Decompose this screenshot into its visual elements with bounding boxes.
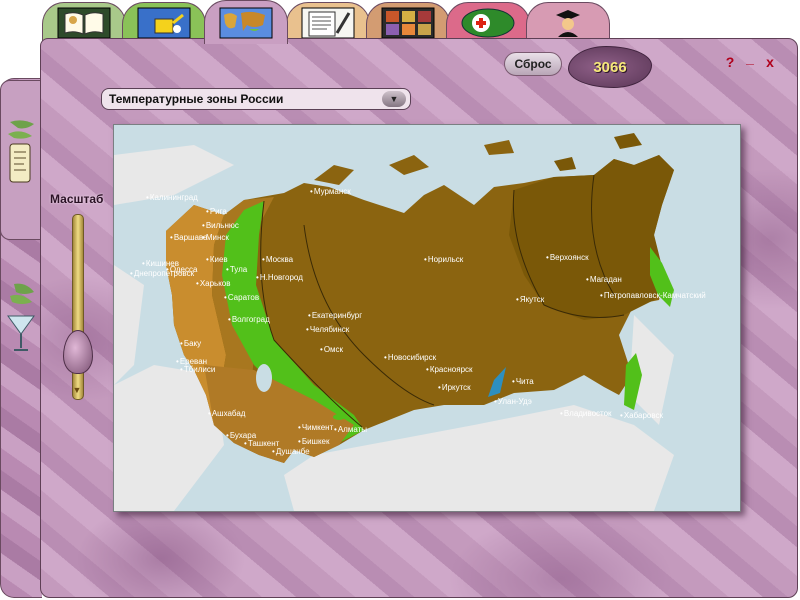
city-label: Тбилиси bbox=[180, 365, 216, 374]
city-label: Екатеринбург bbox=[308, 311, 362, 320]
map-view[interactable]: КалининградРигаВильнюсМинскВаршаваМосква… bbox=[113, 124, 741, 512]
tab-scholar[interactable] bbox=[526, 2, 610, 42]
open-book-icon bbox=[57, 7, 111, 38]
city-label: Калининград bbox=[146, 193, 198, 202]
city-label: Душанбе bbox=[272, 447, 310, 456]
map-layer-select[interactable]: Температурные зоны России ▼ bbox=[101, 88, 411, 110]
city-label: Тула bbox=[226, 265, 247, 274]
scale-label: Масштаб bbox=[50, 192, 104, 206]
city-label: Улан-Удэ bbox=[494, 397, 532, 406]
city-label: Саратов bbox=[224, 293, 259, 302]
city-label: Верхоянск bbox=[546, 253, 589, 262]
russia-temperature-map bbox=[114, 133, 674, 511]
city-label: Рига bbox=[206, 207, 227, 216]
chevron-down-icon[interactable]: ▼ bbox=[382, 91, 406, 107]
tab-bar bbox=[40, 0, 680, 44]
tab-catalog[interactable] bbox=[366, 2, 450, 42]
city-label: Чимкент bbox=[298, 423, 333, 432]
help-button[interactable]: ? bbox=[722, 54, 738, 70]
city-label: Челябинск bbox=[306, 325, 349, 334]
city-label: Кишинев bbox=[142, 259, 179, 268]
minimize-button[interactable]: _ bbox=[742, 50, 758, 66]
city-label: Чита bbox=[512, 377, 534, 386]
tab-book[interactable] bbox=[42, 2, 126, 42]
map-layer-value: Температурные зоны России bbox=[109, 92, 284, 106]
city-label: Харьков bbox=[196, 279, 231, 288]
city-label: Варшава bbox=[170, 233, 208, 242]
tab-map[interactable] bbox=[204, 0, 288, 44]
city-label: Мурманск bbox=[310, 187, 351, 196]
city-label: Волгоград bbox=[228, 315, 270, 324]
city-label: Хабаровск bbox=[620, 411, 663, 420]
city-label: Магадан bbox=[586, 275, 622, 284]
city-label: Баку bbox=[180, 339, 201, 348]
scale-slider-thumb[interactable] bbox=[63, 330, 93, 374]
cocktail-tool[interactable] bbox=[4, 282, 38, 351]
city-label: Ашхабад bbox=[208, 409, 246, 418]
city-label: Москва bbox=[262, 255, 293, 264]
graduate-icon bbox=[556, 9, 580, 37]
reset-button[interactable]: Сброс bbox=[504, 52, 562, 76]
world-map-icon bbox=[219, 7, 273, 38]
notepad-icon bbox=[301, 7, 355, 38]
scroll-tool[interactable] bbox=[4, 118, 38, 183]
city-label: Ереван bbox=[176, 357, 207, 366]
city-label: Новосибирск bbox=[384, 353, 436, 362]
city-label: Днепропетровск bbox=[130, 269, 194, 278]
medical-cross-icon bbox=[461, 8, 515, 37]
tab-health[interactable] bbox=[446, 2, 530, 42]
city-label: Бишкек bbox=[298, 437, 330, 446]
score-value: 3066 bbox=[593, 58, 627, 76]
tab-notes[interactable] bbox=[286, 2, 370, 42]
city-label: Владивосток bbox=[560, 409, 612, 418]
city-label: Алматы bbox=[334, 425, 367, 434]
city-label: Вильнюс bbox=[202, 221, 239, 230]
city-label: Красноярск bbox=[426, 365, 473, 374]
city-label: Н.Новгород bbox=[256, 273, 303, 282]
score-counter: 3066 bbox=[568, 46, 652, 88]
close-button[interactable]: x bbox=[762, 54, 778, 70]
photo-grid-icon bbox=[381, 7, 435, 38]
watering-can-icon bbox=[137, 7, 191, 38]
city-label: Омск bbox=[320, 345, 343, 354]
city-label: Иркутск bbox=[438, 383, 471, 392]
city-label: Киев bbox=[206, 255, 228, 264]
leaf-scroll-icon bbox=[8, 120, 34, 183]
city-label: Норильск bbox=[424, 255, 463, 264]
city-label: Петропавловск-Камчатский bbox=[600, 291, 706, 300]
leaf-glass-icon bbox=[7, 283, 35, 351]
tab-watering[interactable] bbox=[122, 2, 206, 42]
scale-down-arrow[interactable]: ▼ bbox=[69, 384, 85, 396]
city-label: Якутск bbox=[516, 295, 544, 304]
